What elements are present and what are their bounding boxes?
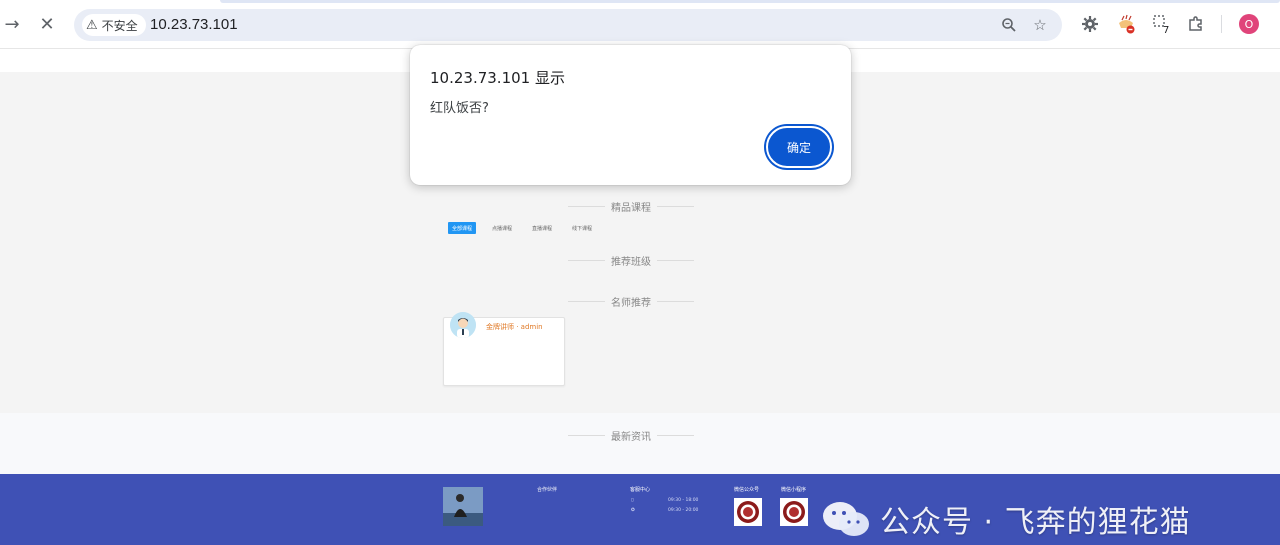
dialog-title: 10.23.73.101 显示 [430,69,565,87]
dialog-message: 红队饭否? [430,101,489,116]
watermark-text: 公众号 · 飞奔的狸花猫 [880,505,1191,540]
extension-badge: 7 [1163,25,1169,35]
course-tabs: 全部课程 点播课程 直播课程 线下课程 [448,222,596,234]
security-chip[interactable]: ⚠ 不安全 [82,14,146,36]
puzzle-icon[interactable] [1185,13,1207,35]
close-icon[interactable]: ✕ [35,12,59,36]
wechat-account-qr-icon[interactable] [734,498,762,526]
address-bar[interactable]: ⚠ 不安全 10.23.73.101 ☆ [74,9,1062,41]
footer-service[interactable]: 客服中心 [630,486,650,493]
tab-live-courses[interactable]: 直播课程 [528,222,556,234]
footer-partners[interactable]: 合作伙伴 [537,486,557,493]
footer-photo [443,487,483,526]
tab-offline-courses[interactable]: 线下课程 [568,222,596,234]
noodle-extension-icon[interactable] [1115,13,1137,35]
zoom-icon[interactable] [999,15,1019,35]
toolbar-divider [1221,15,1222,33]
gear-extension-icon[interactable] [1079,13,1101,35]
tab-vod-courses[interactable]: 点播课程 [488,222,516,234]
forward-icon[interactable]: → [0,12,24,36]
tab-strip-edge [220,0,1280,3]
alert-dialog: 10.23.73.101 显示 红队饭否? 确定 [410,45,851,185]
mini-program-qr-icon[interactable] [780,498,808,526]
section-title-classes: 推荐班级 [568,253,694,268]
url-text[interactable]: 10.23.73.101 [150,16,238,33]
footer-wechat-account: 微信公众号 [734,487,760,493]
section-title-teachers: 名师推荐 [568,294,694,309]
service-hours-1: 09:30 - 18:00 [668,498,699,503]
browser-toolbar: → ✕ ⚠ 不安全 10.23.73.101 ☆ 7 O [0,0,1280,48]
warning-icon: ⚠ [86,17,98,33]
footer-mini-program: 微信小程序 [781,487,807,493]
teacher-avatar [450,312,476,338]
section-title-courses: 精品课程 [568,199,694,214]
star-icon[interactable]: ☆ [1030,15,1050,35]
teacher-name[interactable]: 金牌讲师 · admin [486,322,543,332]
clock-icon: ✪ [631,508,635,513]
watermark: 公众号 · 飞奔的狸花猫 [820,497,1191,541]
wechat-icon [823,502,869,536]
browser-window: → ✕ ⚠ 不安全 10.23.73.101 ☆ 7 O 精品课程 全部课程 点… [0,0,1280,545]
news-section: 最新资讯 [0,413,1280,474]
phone-icon: ▯ [631,498,634,503]
tab-all-courses[interactable]: 全部课程 [448,222,477,234]
ok-button[interactable]: 确定 [766,126,832,168]
section-title-news: 最新资讯 [568,428,694,443]
profile-avatar[interactable]: O [1239,14,1259,34]
service-hours-2: 09:30 - 20:00 [668,508,699,513]
security-label: 不安全 [101,18,138,33]
counter-extension-icon[interactable]: 7 [1151,13,1173,35]
teacher-card[interactable]: 金牌讲师 · admin [443,312,565,386]
